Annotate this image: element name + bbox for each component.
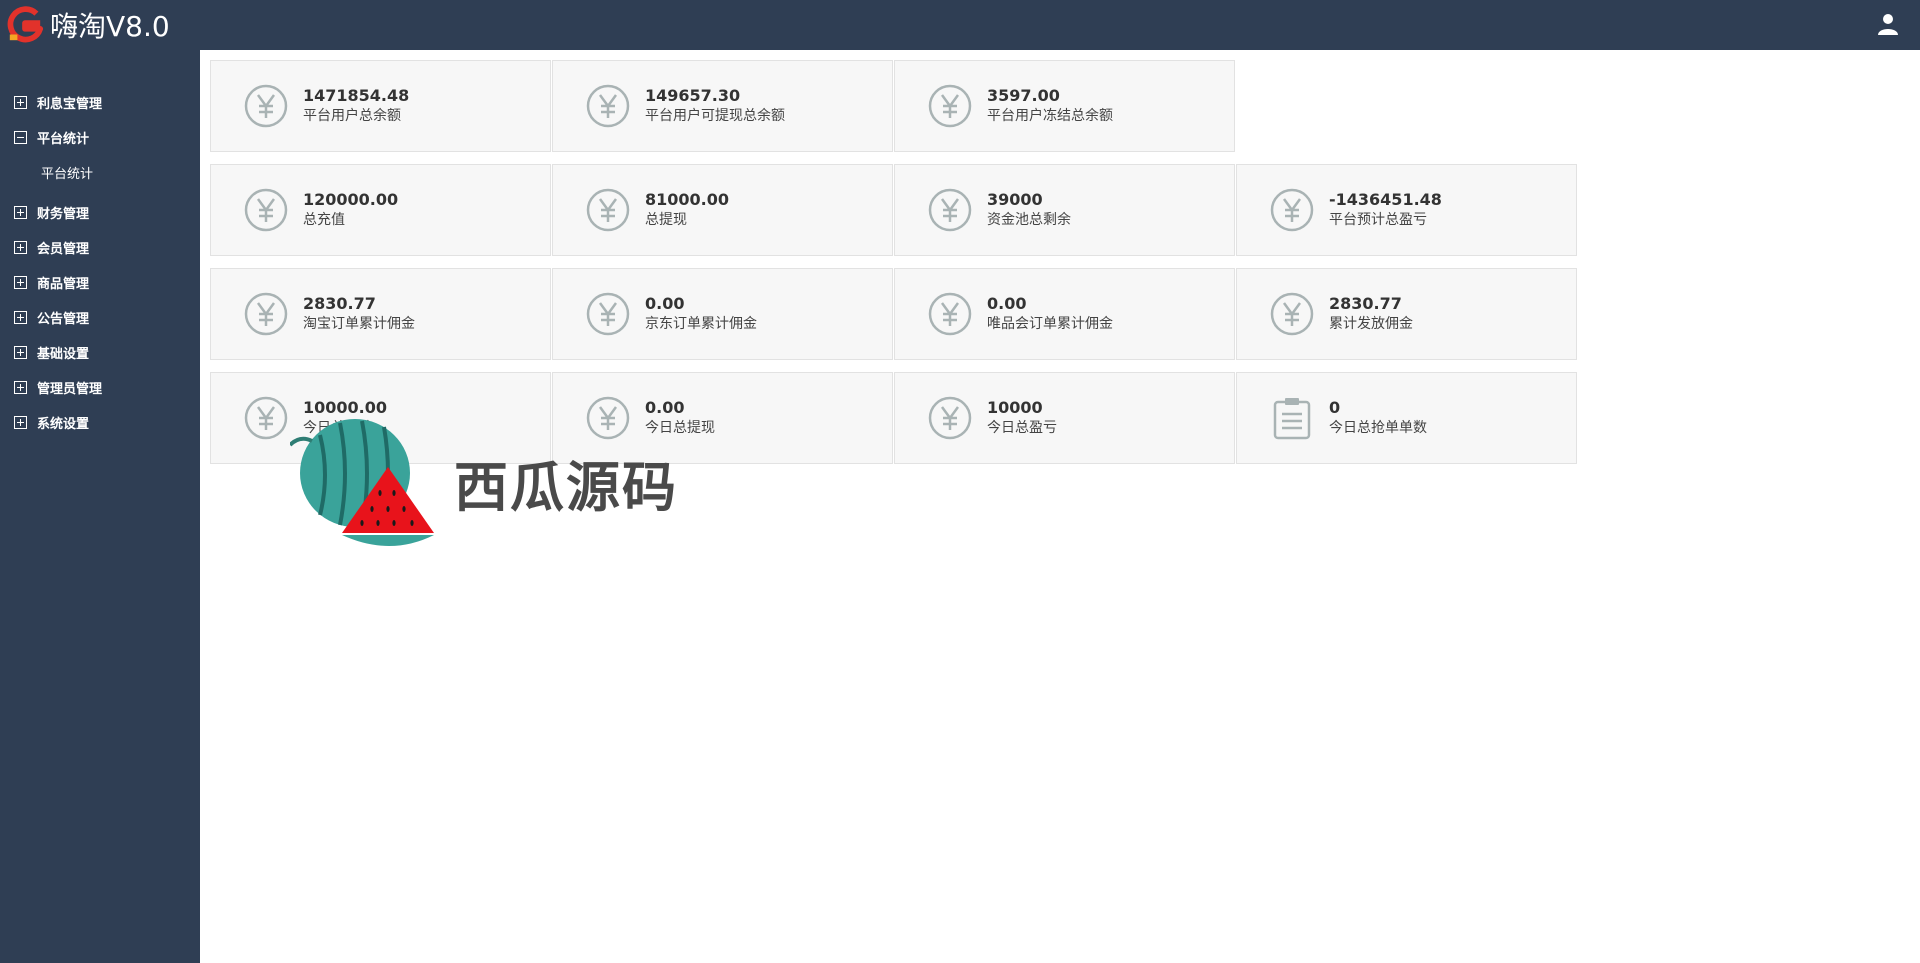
stat-value: 2830.77 xyxy=(303,294,376,313)
yen-icon xyxy=(586,188,630,232)
sidebar-item-announcements[interactable]: 公告管理 xyxy=(0,300,200,335)
stat-card-total-balance: 1471854.48 平台用户总余额 xyxy=(210,60,551,152)
stat-label: 总提现 xyxy=(645,212,687,228)
yen-icon xyxy=(244,396,288,440)
stat-value: 39000 xyxy=(987,190,1043,209)
stat-value: 10000.00 xyxy=(303,398,388,417)
expand-plus-icon xyxy=(14,346,27,359)
sidebar-item-admins[interactable]: 管理员管理 xyxy=(0,370,200,405)
stat-card-total-withdrawal: 81000.00 总提现 xyxy=(552,164,893,256)
stats-panel: 1471854.48 平台用户总余额 149657.30 平台用户可提现总余额 … xyxy=(210,60,1577,476)
stat-card-total-recharge: 120000.00 总充值 xyxy=(210,164,551,256)
sidebar-item-label: 管理员管理 xyxy=(37,382,103,397)
sidebar-item-label: 基础设置 xyxy=(37,347,90,362)
stat-label: 累计发放佣金 xyxy=(1329,316,1413,332)
stat-value: 81000.00 xyxy=(645,190,730,209)
sidebar-item-products[interactable]: 商品管理 xyxy=(0,265,200,300)
stats-row: 120000.00 总充值 81000.00 总提现 39000 资金池总剩余 … xyxy=(210,164,1577,256)
stat-label: 今日总提现 xyxy=(645,420,715,436)
stat-value: 0 xyxy=(1329,398,1341,417)
expand-plus-icon xyxy=(14,311,27,324)
stat-value: 149657.30 xyxy=(645,86,741,105)
expand-plus-icon xyxy=(14,241,27,254)
yen-icon xyxy=(928,188,972,232)
sidebar-item-label: 平台统计 xyxy=(37,132,90,147)
stat-card-commission-paid: 2830.77 累计发放佣金 xyxy=(1236,268,1577,360)
expand-plus-icon xyxy=(14,276,27,289)
sidebar-item-label: 系统设置 xyxy=(37,417,90,432)
sidebar-item-finance[interactable]: 财务管理 xyxy=(0,195,200,230)
sidebar-item-interest[interactable]: 利息宝管理 xyxy=(0,85,200,120)
collapse-minus-icon xyxy=(14,131,27,144)
stat-label: 京东订单累计佣金 xyxy=(645,316,757,332)
stat-value: 1471854.48 xyxy=(303,86,410,105)
sidebar-item-platform-stats[interactable]: 平台统计 xyxy=(0,120,200,155)
sidebar-item-label: 利息宝管理 xyxy=(37,97,103,112)
stat-card-fund-pool: 39000 资金池总剩余 xyxy=(894,164,1235,256)
stats-row: 2830.77 淘宝订单累计佣金 0.00 京东订单累计佣金 0.00 唯品会订… xyxy=(210,268,1577,360)
sidebar-item-label: 财务管理 xyxy=(37,207,90,222)
stat-card-taobao-commission: 2830.77 淘宝订单累计佣金 xyxy=(210,268,551,360)
sidebar-item-members[interactable]: 会员管理 xyxy=(0,230,200,265)
yen-icon xyxy=(244,84,288,128)
app-logo[interactable]: 嗨淘V8.0 xyxy=(6,4,170,46)
stat-label: 平台用户冻结总余额 xyxy=(987,108,1113,124)
stat-card-today-profit-loss: 10000 今日总盈亏 xyxy=(894,372,1235,464)
expand-plus-icon xyxy=(14,381,27,394)
stat-value: 2830.77 xyxy=(1329,294,1402,313)
stat-card-today-orders: 0 今日总抢单单数 xyxy=(1236,372,1577,464)
logo-g-icon xyxy=(7,6,44,43)
stat-label: 平台用户总余额 xyxy=(303,108,401,124)
stat-label: 平台预计总盈亏 xyxy=(1329,212,1427,228)
stat-card-vip-commission: 0.00 唯品会订单累计佣金 xyxy=(894,268,1235,360)
stat-card-today-recharge: 10000.00 今日总充值 xyxy=(210,372,551,464)
yen-icon xyxy=(244,188,288,232)
stat-label: 平台用户可提现总余额 xyxy=(645,108,785,124)
yen-icon xyxy=(586,84,630,128)
yen-icon xyxy=(928,84,972,128)
yen-icon xyxy=(586,396,630,440)
yen-icon xyxy=(928,292,972,336)
stats-row: 1471854.48 平台用户总余额 149657.30 平台用户可提现总余额 … xyxy=(210,60,1577,152)
sidebar-item-label: 商品管理 xyxy=(37,277,90,292)
stat-label: 唯品会订单累计佣金 xyxy=(987,316,1113,332)
sidebar: 利息宝管理 平台统计 平台统计 财务管理 会员管理 商品管理 公告管理 基础设置… xyxy=(0,50,200,963)
yen-icon xyxy=(586,292,630,336)
clipboard-icon xyxy=(1273,398,1311,440)
stat-card-estimated-profit-loss: -1436451.48 平台预计总盈亏 xyxy=(1236,164,1577,256)
stat-label: 今日总抢单单数 xyxy=(1329,420,1427,436)
stat-value: 3597.00 xyxy=(987,86,1060,105)
stat-value: 0.00 xyxy=(645,294,685,313)
stat-label: 总充值 xyxy=(303,212,345,228)
sidebar-item-label: 会员管理 xyxy=(37,242,90,257)
yen-icon xyxy=(1270,292,1314,336)
stat-label: 今日总盈亏 xyxy=(987,420,1057,436)
stat-label: 资金池总剩余 xyxy=(987,212,1071,228)
stat-card-jd-commission: 0.00 京东订单累计佣金 xyxy=(552,268,893,360)
sidebar-item-label: 公告管理 xyxy=(37,312,90,327)
expand-plus-icon xyxy=(14,416,27,429)
stats-row: 10000.00 今日总充值 0.00 今日总提现 10000 今日总盈亏 0 … xyxy=(210,372,1577,464)
stat-label: 淘宝订单累计佣金 xyxy=(303,316,415,332)
yen-icon xyxy=(244,292,288,336)
stat-value: 10000 xyxy=(987,398,1043,417)
stat-value: 120000.00 xyxy=(303,190,399,209)
sidebar-item-basic-settings[interactable]: 基础设置 xyxy=(0,335,200,370)
expand-plus-icon xyxy=(14,96,27,109)
stat-value: 0.00 xyxy=(987,294,1027,313)
stat-label: 今日总充值 xyxy=(303,420,373,436)
yen-icon xyxy=(928,396,972,440)
stat-card-frozen-balance: 3597.00 平台用户冻结总余额 xyxy=(894,60,1235,152)
submenu-item-platform-stats[interactable]: 平台统计 xyxy=(0,155,200,195)
stat-value: 0.00 xyxy=(645,398,685,417)
yen-icon xyxy=(1270,188,1314,232)
stat-card-withdrawable-balance: 149657.30 平台用户可提现总余额 xyxy=(552,60,893,152)
stat-card-today-withdrawal: 0.00 今日总提现 xyxy=(552,372,893,464)
app-title: 嗨淘V8.0 xyxy=(50,10,170,43)
sidebar-item-system-settings[interactable]: 系统设置 xyxy=(0,405,200,440)
expand-plus-icon xyxy=(14,206,27,219)
stat-value: -1436451.48 xyxy=(1329,190,1442,209)
top-header: 嗨淘V8.0 xyxy=(0,0,1920,50)
user-icon[interactable] xyxy=(1876,12,1900,36)
